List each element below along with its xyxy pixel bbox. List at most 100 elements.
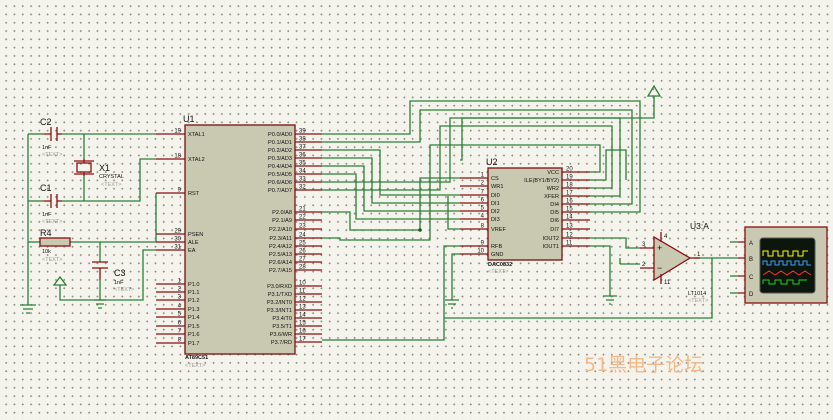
u1-pin-number: 38 bbox=[299, 137, 306, 143]
r4-value: 10k bbox=[42, 249, 51, 255]
u2-pin-number: 19 bbox=[566, 175, 573, 181]
ground-icon bbox=[603, 295, 617, 305]
u1-chip[interactable]: XTAL119XTAL218RST9PSEN29ALE30EA31P1.01P1… bbox=[156, 124, 322, 355]
u1-pin-name: P2.5/A13 bbox=[269, 252, 292, 258]
u1-pin-name: P1.4 bbox=[188, 315, 200, 321]
wire bbox=[447, 196, 460, 230]
u1-pin-name: P1.1 bbox=[188, 290, 200, 296]
u1-pin-name: P0.1/AD1 bbox=[268, 140, 292, 146]
u2-pin-number: 11 bbox=[566, 241, 573, 247]
u1-pin-number: 31 bbox=[174, 245, 181, 251]
u1-pin-number: 10 bbox=[299, 281, 306, 287]
wires bbox=[27, 96, 738, 341]
u1-pin-name: P2.1/A9 bbox=[272, 218, 292, 224]
r4-text: <TEXT> bbox=[42, 257, 62, 263]
u1-pin-name: P3.4/T0 bbox=[272, 316, 292, 322]
u2-pin-name: DI6 bbox=[550, 218, 559, 224]
capacitor-c2[interactable] bbox=[44, 127, 62, 141]
u2-pin-name: VCC bbox=[547, 170, 559, 176]
oscilloscope[interactable]: A B C D bbox=[738, 226, 828, 304]
u2-pin-number: 13 bbox=[566, 224, 573, 230]
c1-ref: C1 bbox=[40, 183, 52, 193]
c2-text: <TEXT> bbox=[42, 152, 62, 158]
u3-text: <TEXT> bbox=[688, 298, 708, 304]
junction-dot bbox=[418, 228, 422, 232]
u1-pin-name: XTAL1 bbox=[188, 132, 205, 138]
u1-pin-number: 14 bbox=[299, 313, 306, 319]
power-arrow-icon bbox=[646, 84, 662, 97]
u2-pin-number: 10 bbox=[477, 249, 484, 255]
u1-pin-number: 34 bbox=[299, 169, 306, 175]
u2-pin-name: DI5 bbox=[550, 210, 559, 216]
c2-value: 1nF bbox=[42, 145, 52, 151]
u1-pin-name: P2.6/A14 bbox=[269, 260, 292, 266]
u1-pin-number: 29 bbox=[174, 229, 181, 235]
u1-pin-name: P3.6/WR bbox=[270, 332, 292, 338]
ground-symbols bbox=[20, 84, 662, 314]
u1-ref: U1 bbox=[183, 114, 195, 124]
u1-pin-number: 11 bbox=[299, 289, 306, 295]
wire bbox=[322, 177, 460, 231]
u1-pin-name: P0.3/AD3 bbox=[268, 156, 292, 162]
u1-pin-number: 36 bbox=[299, 153, 306, 159]
u2-pin-number: 17 bbox=[566, 191, 573, 197]
capacitor-c3[interactable] bbox=[92, 261, 108, 280]
c3-ref: C3 bbox=[114, 268, 126, 278]
u2-pin-name: RFB bbox=[491, 244, 502, 250]
ground-icon bbox=[445, 299, 459, 309]
wire bbox=[322, 149, 460, 196]
u1-text: <TEXT> bbox=[185, 363, 205, 369]
u2-pin-name: IOUT2 bbox=[543, 236, 559, 242]
u1-pin-name: P0.7/AD7 bbox=[268, 188, 292, 194]
u2-pin-number: 15 bbox=[566, 207, 573, 213]
u1-pin-number: 13 bbox=[299, 305, 306, 311]
u1-pin-number: 19 bbox=[174, 129, 181, 135]
u2-pin-name: IOUT1 bbox=[543, 244, 559, 250]
ground-icon bbox=[94, 299, 106, 309]
u1-pin-number: 37 bbox=[299, 145, 306, 151]
wire bbox=[322, 157, 460, 204]
u2-pin-number: 16 bbox=[566, 199, 573, 205]
u1-pin-name: P1.2 bbox=[188, 298, 200, 304]
u1-pin-name: EA bbox=[188, 248, 196, 254]
u1-pin-name: XTAL2 bbox=[188, 157, 205, 163]
u1-pin-name: P0.4/AD4 bbox=[268, 164, 292, 170]
u1-pin-number: 39 bbox=[299, 129, 306, 135]
u1-pin-number: 12 bbox=[299, 297, 306, 303]
c3-text: <TEXT> bbox=[114, 287, 134, 293]
x1-part: CRYSTAL bbox=[99, 174, 124, 180]
u1-pin-name: PSEN bbox=[188, 232, 203, 238]
crystal-x1[interactable] bbox=[74, 159, 94, 176]
u2-chip[interactable]: CS1WR12DI07DI16DI25DI34VREF8RFB9GND10 VC… bbox=[460, 167, 590, 261]
wire bbox=[322, 245, 460, 341]
resistor-r4[interactable] bbox=[39, 237, 71, 247]
u3-pin-4: 4 bbox=[664, 234, 668, 240]
u1-pin-number: 28 bbox=[299, 265, 306, 271]
u1-pin-number: 17 bbox=[299, 337, 306, 343]
schematic-canvas[interactable]: XTAL1 19 XTAL2 18 RST 9 PSEN 29 ALE 30 EA 31 P1.0 1 P1… bbox=[0, 0, 833, 420]
ground-icon bbox=[20, 304, 36, 314]
u3-ref: U3:A bbox=[690, 221, 709, 231]
u1-pin-number: 25 bbox=[299, 241, 306, 247]
u3-opamp[interactable]: + − 3 2 1 4 11 bbox=[640, 232, 701, 286]
u1-pin-name: ALE bbox=[188, 240, 199, 246]
u2-text: <TEXT> bbox=[488, 269, 508, 275]
u2-pin-name: GND bbox=[491, 252, 503, 258]
u1-pin-name: P3.5/T1 bbox=[272, 324, 292, 330]
scope-channel-c: C bbox=[749, 275, 754, 281]
u2-pin-name: WR1 bbox=[491, 184, 503, 190]
u2-pin-name: WR2 bbox=[547, 186, 559, 192]
u2-pin-number: 14 bbox=[566, 215, 573, 221]
u2-pin-number: 20 bbox=[566, 167, 573, 173]
u1-pin-name: P0.2/AD2 bbox=[268, 148, 292, 154]
wire bbox=[590, 245, 611, 296]
u1-pin-name: P2.4/A12 bbox=[269, 244, 292, 250]
capacitor-c1[interactable] bbox=[44, 194, 62, 208]
u1-pin-name: P0.6/AD6 bbox=[268, 180, 292, 186]
power-arrow-icon bbox=[52, 275, 68, 286]
u2-pin-number: 12 bbox=[566, 233, 573, 239]
u1-pin-name: P2.0/A8 bbox=[272, 210, 292, 216]
wire bbox=[451, 253, 460, 300]
u1-pin-name: P0.5/AD5 bbox=[268, 172, 292, 178]
u1-pin-name: RST bbox=[188, 191, 200, 197]
